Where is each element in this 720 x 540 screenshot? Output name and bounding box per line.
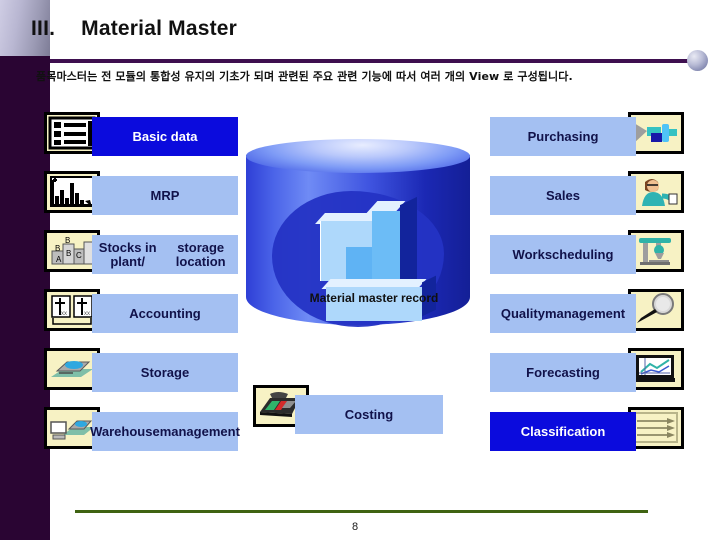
view-row-basic-data[interactable]: Basic data: [44, 112, 238, 156]
svg-text:xx: xx: [61, 311, 67, 317]
view-label-warehouse-management[interactable]: Warehouse management: [90, 412, 240, 451]
page-title-number: III.: [31, 17, 56, 40]
view-row-accounting[interactable]: xx xx Accounting: [44, 289, 238, 333]
arrows-sort-icon: [628, 407, 684, 449]
sales-person-icon: [628, 171, 684, 213]
svg-text:C: C: [76, 251, 82, 260]
view-row-work-scheduling[interactable]: Work scheduling: [490, 230, 684, 274]
view-row-warehouse-management[interactable]: Warehouse management: [44, 407, 240, 451]
view-row-sales[interactable]: Sales: [490, 171, 684, 215]
page-title: III. Material Master: [31, 17, 237, 41]
svg-text:A: A: [56, 255, 62, 264]
view-label-accounting[interactable]: Accounting: [92, 294, 238, 333]
view-row-quality-management[interactable]: Quality management: [490, 289, 684, 333]
view-row-storage[interactable]: Storage: [44, 348, 238, 392]
view-label-storage[interactable]: Storage: [92, 353, 238, 392]
view-row-purchasing[interactable]: Purchasing: [490, 112, 684, 156]
view-label-work-scheduling[interactable]: Work scheduling: [490, 235, 636, 274]
view-row-stocks-in-plant-storage-location[interactable]: A B B B C Stocks in plant/storage location: [44, 230, 238, 274]
view-label-classification[interactable]: Classification: [490, 412, 636, 451]
svg-text:B: B: [66, 249, 71, 258]
view-row-classification[interactable]: Classification: [490, 407, 684, 451]
view-label-forecasting[interactable]: Forecasting: [490, 353, 636, 392]
subtitle-text: 품목마스터는 전 모듈의 통합성 유지의 기초가 되며 관련된 주요 관련 기능…: [36, 70, 573, 83]
page-title-text: Material Master: [81, 17, 238, 40]
view-label-mrp[interactable]: MRP: [92, 176, 238, 215]
material-master-cylinder: Material master record: [246, 139, 470, 341]
footer-divider: [75, 510, 648, 513]
page-number: 8: [352, 521, 359, 533]
machine-part-icon: [628, 112, 684, 154]
title-divider: [50, 59, 690, 63]
cylinder-label: Material master record: [309, 291, 439, 305]
drill-press-icon: [628, 230, 684, 272]
view-label-sales[interactable]: Sales: [490, 176, 636, 215]
magnifier-icon: [628, 289, 684, 331]
svg-text:xx: xx: [84, 311, 90, 317]
view-label-basic-data[interactable]: Basic data: [92, 117, 238, 156]
view-label-purchasing[interactable]: Purchasing: [490, 117, 636, 156]
svg-text:B: B: [55, 244, 60, 253]
view-row-costing[interactable]: Costing: [253, 385, 443, 434]
cylinder-top-ellipse: [246, 139, 470, 173]
view-row-mrp[interactable]: MRP: [44, 171, 238, 215]
view-label-costing[interactable]: Costing: [295, 395, 443, 434]
view-label-stocks-in-plant-storage-location[interactable]: Stocks in plant/storage location: [92, 235, 238, 274]
view-row-forecasting[interactable]: Forecasting: [490, 348, 684, 392]
svg-text:B: B: [65, 236, 70, 245]
view-label-quality-management[interactable]: Quality management: [490, 294, 636, 333]
left-dark-band: [0, 56, 50, 540]
line-chart-tv-icon: [628, 348, 684, 390]
